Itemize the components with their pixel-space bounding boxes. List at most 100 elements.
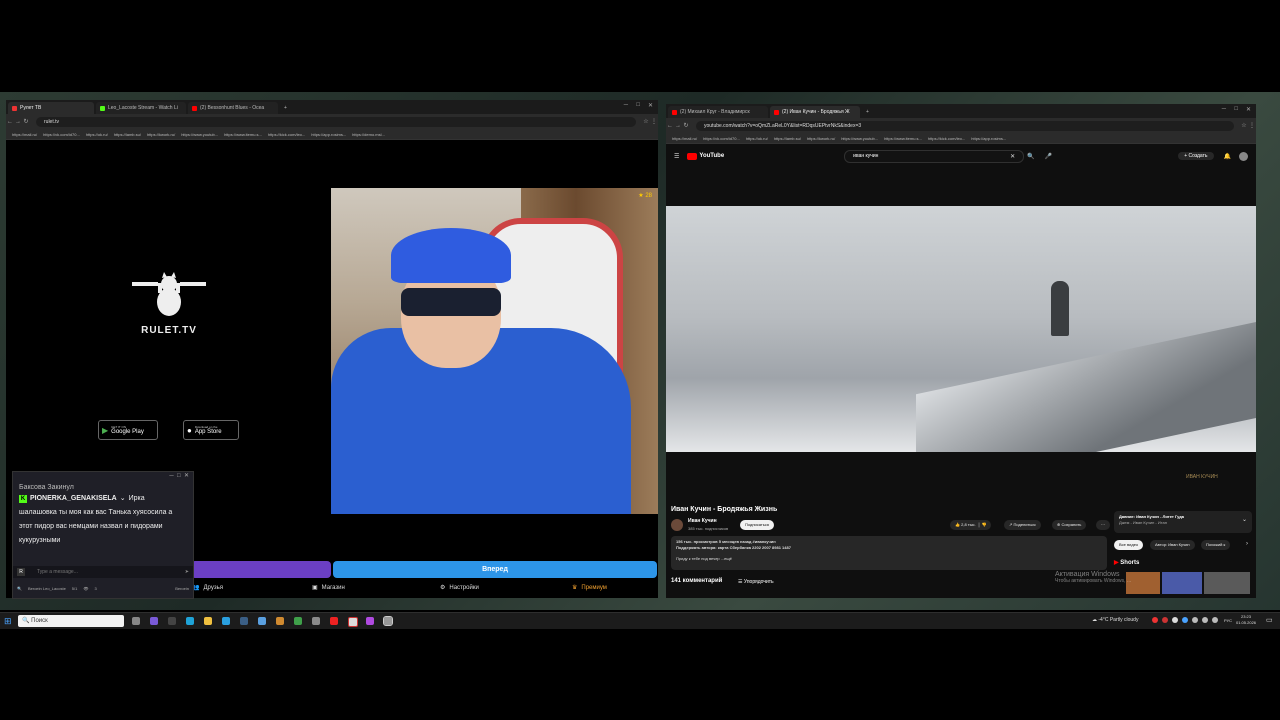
bookmark-item[interactable]: https://lamb.su/: [114, 132, 141, 137]
menu-premium[interactable]: ♛ Премиум: [572, 584, 607, 592]
bookmark-item[interactable]: https://vk.com/id70...: [43, 132, 80, 137]
chip-similar[interactable]: Похожий к: [1201, 540, 1231, 550]
more-actions-button[interactable]: ⋯: [1096, 520, 1110, 530]
right-minimize-button[interactable]: ─: [1222, 106, 1226, 112]
app-store-badge[interactable]: ● Download on the App Store: [183, 420, 239, 440]
language-indicator[interactable]: РУС: [1224, 618, 1232, 623]
volume-icon[interactable]: [1202, 617, 1208, 623]
chip-all-videos[interactable]: Все видео: [1114, 540, 1144, 550]
chevron-right-icon[interactable]: ›: [1246, 541, 1248, 547]
sort-comments-button[interactable]: ☰ Упорядочить: [738, 579, 774, 585]
chat-close-button[interactable]: ✕: [184, 473, 189, 479]
video-player[interactable]: [666, 206, 1256, 452]
clear-search-icon[interactable]: ✕: [1010, 153, 1015, 160]
save-button[interactable]: ⊕ Сохранить: [1052, 520, 1087, 530]
left-close-button[interactable]: ✕: [648, 102, 653, 109]
task-view-icon[interactable]: [132, 617, 140, 625]
app-icon-15[interactable]: [383, 616, 393, 626]
menu-settings[interactable]: ⚙ Настройки: [440, 584, 479, 592]
bookmark-item[interactable]: https://mail.ru/: [672, 136, 697, 141]
channel-avatar[interactable]: [671, 519, 683, 531]
copilot-icon[interactable]: [150, 617, 158, 625]
subscribe-button[interactable]: Подписаться: [740, 520, 774, 530]
bookmark-item[interactable]: https://vk.com/id70...: [703, 136, 740, 141]
opera-icon[interactable]: [330, 617, 338, 625]
tray-icon-3[interactable]: [1172, 617, 1178, 623]
right-tab-1[interactable]: (2) Михаил Круг - Владимирск: [668, 106, 768, 118]
youtube-search-input[interactable]: иван кучин: [844, 149, 1025, 163]
new-tab-button[interactable]: +: [862, 106, 873, 118]
bookmark-item[interactable]: https://app.rosims...: [311, 132, 346, 137]
clock[interactable]: 23:23 01.05.2026: [1236, 614, 1256, 626]
app-icon-10[interactable]: [294, 617, 302, 625]
right-maximize-button[interactable]: □: [1234, 106, 1238, 112]
weather-widget[interactable]: ☁ -4°C Partly cloudy: [1092, 617, 1138, 623]
right-tab-2[interactable]: (2) Иван Кучин - Бродяжья Ж: [770, 106, 860, 118]
app-icon-14[interactable]: [366, 617, 374, 625]
forward-icon[interactable]: →: [674, 123, 682, 129]
steam-icon[interactable]: [240, 617, 248, 625]
menu-shop[interactable]: ▣ Магазин: [312, 584, 345, 592]
microphone-icon[interactable]: 🎤: [1045, 153, 1052, 160]
avatar[interactable]: [1239, 151, 1248, 161]
reload-icon[interactable]: ↻: [22, 118, 30, 125]
like-button[interactable]: 👍 2,8 тыс. │ 👎: [950, 520, 992, 530]
left-tab-3[interactable]: (2) Bessonhunt Blues - Ocea: [188, 102, 278, 114]
shorts-thumb-2[interactable]: [1162, 572, 1202, 594]
next-button[interactable]: Вперед: [333, 561, 657, 578]
description-box[interactable]: 156 тыс. просмотров 5 месяцев назад #ива…: [671, 536, 1107, 570]
hamburger-icon[interactable]: ☰: [674, 153, 679, 160]
bookmark-item[interactable]: https://mail.ru/: [12, 132, 37, 137]
menu-dots-icon[interactable]: ⋮: [1248, 122, 1256, 129]
channel-name[interactable]: Иван Кучин: [688, 518, 717, 524]
search-icon[interactable]: 🔍: [1027, 153, 1034, 160]
rulet-logo[interactable]: RULET.TV: [124, 272, 214, 336]
bookmark-item[interactable]: https://www.youtub...: [841, 136, 878, 141]
bookmark-item[interactable]: https://lamb.su/: [774, 136, 801, 141]
menu-dots-icon[interactable]: ⋮: [650, 118, 658, 125]
bookmark-item[interactable]: https://kick.com/leo...: [928, 136, 965, 141]
tray-icon-4[interactable]: [1182, 617, 1188, 623]
telegram-icon[interactable]: [222, 617, 230, 625]
taskbar-search-input[interactable]: 🔍 Поиск: [18, 615, 124, 627]
left-url-input[interactable]: rulet.tv: [36, 116, 636, 127]
left-tab-1[interactable]: Рулет ТВ: [8, 102, 94, 114]
star-icon[interactable]: ☆: [1240, 122, 1248, 129]
tray-icon-2[interactable]: [1162, 617, 1168, 623]
bookmark-item[interactable]: https://app.rosims...: [971, 136, 1006, 141]
chip-author[interactable]: Автор: Иван Кучин: [1150, 540, 1195, 550]
left-minimize-button[interactable]: ─: [624, 102, 628, 108]
bookmark-item[interactable]: https://kwork.ru/: [807, 136, 835, 141]
chrome-icon[interactable]: [348, 617, 358, 627]
bookmark-item[interactable]: https://www.youtub...: [181, 132, 218, 137]
bookmark-item[interactable]: https://kwork.ru/: [147, 132, 175, 137]
bookmark-item[interactable]: https://demo.msl...: [352, 132, 385, 137]
chat-username[interactable]: PIONERKA_GENAKISELA: [30, 492, 117, 506]
bookmark-item[interactable]: https://kick.com/leo...: [268, 132, 305, 137]
notification-center-icon[interactable]: ▭: [1266, 616, 1273, 624]
bookmark-item[interactable]: https://www.itemu.s...: [224, 132, 262, 137]
menu-friends[interactable]: 👥 Друзья: [192, 584, 223, 592]
terminal-icon[interactable]: [168, 617, 176, 625]
chat-input[interactable]: Type a message...: [37, 569, 185, 575]
bookmark-item[interactable]: https://ok.ru/: [746, 136, 768, 141]
google-play-badge[interactable]: ▶ GET IT ON Google Play: [98, 420, 158, 440]
reload-icon[interactable]: ↻: [682, 122, 690, 129]
stop-button[interactable]: [191, 561, 331, 578]
chat-minimize-button[interactable]: ─: [169, 473, 173, 479]
forward-icon[interactable]: →: [14, 119, 22, 125]
edge-icon[interactable]: [186, 617, 194, 625]
left-maximize-button[interactable]: □: [636, 102, 640, 108]
star-icon[interactable]: ☆: [642, 118, 650, 125]
notifications-icon[interactable]: 🔔: [1224, 153, 1231, 160]
bookmark-item[interactable]: https://www.itemu.s...: [884, 136, 922, 141]
bookmark-item[interactable]: https://ok.ru/: [86, 132, 108, 137]
app-icon-9[interactable]: [276, 617, 284, 625]
app-icon-8[interactable]: [258, 617, 266, 625]
right-close-button[interactable]: ✕: [1246, 106, 1251, 113]
new-tab-button[interactable]: +: [280, 102, 291, 114]
share-button[interactable]: ↗ Поделиться: [1004, 520, 1041, 530]
chevron-down-icon[interactable]: ⌄: [1242, 517, 1247, 523]
send-icon[interactable]: ➤: [185, 569, 189, 575]
back-icon[interactable]: ←: [6, 119, 14, 125]
